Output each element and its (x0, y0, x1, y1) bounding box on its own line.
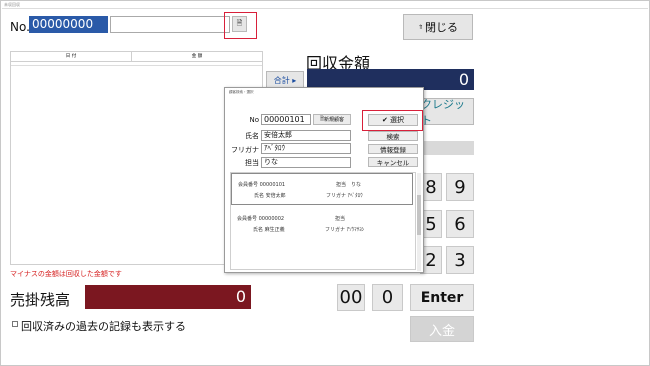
list-item[interactable]: 会員番号 00000101 担当 りな 氏名 安倍太郎 フリガナ ｱﾍﾞﾀﾛｳ (231, 173, 413, 205)
column-amount: 金 額 (191, 54, 203, 59)
key-3[interactable]: 3 (446, 246, 474, 274)
scrollbar-thumb[interactable] (417, 195, 421, 235)
balance-label: 売掛残高 (10, 291, 71, 309)
dialog-no-field[interactable]: 00000101 (261, 114, 311, 125)
results-list: 会員番号 00000101 担当 りな 氏名 安倍太郎 フリガナ ｱﾍﾞﾀﾛｳ … (230, 172, 421, 271)
close-button[interactable]: ⇑ 閉じる (403, 14, 473, 40)
balance-amount: 0 (85, 285, 251, 309)
name-field[interactable]: 安倍太郎 (261, 130, 351, 141)
credit-button[interactable]: クレジット (420, 98, 474, 127)
no-field[interactable]: 00000000 (29, 16, 108, 33)
search-input[interactable] (110, 16, 230, 33)
name-label: 氏名 (245, 132, 259, 140)
table-header: 日 付 金 額 (11, 52, 262, 62)
search-button[interactable]: 検索 (368, 131, 418, 141)
key-00[interactable]: 00 (337, 284, 365, 311)
minus-note: マイナスの金額は回収した金額です (10, 270, 122, 278)
deposit-button[interactable]: 入金 (410, 316, 474, 342)
kana-label: フリガナ (231, 146, 259, 154)
window-title: 未収回収 (2, 0, 648, 9)
payment-bar (420, 141, 474, 155)
staff-field[interactable]: りな (261, 157, 351, 168)
list-item[interactable]: 会員番号 00000002 担当 氏名 麻生正義 フリガナ ｱｿｳﾏｻﾖｼ (231, 209, 413, 241)
no-label: No. (10, 20, 30, 34)
dialog-no-label: No (249, 116, 259, 124)
key-0[interactable]: 0 (372, 284, 403, 311)
show-past-label: 回収済みの過去の記録も表示する (21, 320, 186, 333)
customer-dialog: 顧客検索・選択 No 00000101 🗎 新規顧客 ✔ 選択 氏名 安倍太郎 … (224, 87, 424, 273)
dialog-title: 顧客検索・選択 (229, 90, 254, 94)
column-date: 日 付 (65, 54, 77, 59)
key-9[interactable]: 9 (446, 173, 474, 201)
highlight-box (224, 12, 257, 39)
register-button[interactable]: 情報登録 (368, 144, 418, 154)
staff-label: 担当 (245, 159, 259, 167)
new-customer-button[interactable]: 🗎 新規顧客 (313, 114, 351, 125)
enter-button[interactable]: Enter (410, 284, 474, 311)
kana-field[interactable]: ｱﾍﾞﾀﾛｳ (261, 143, 351, 154)
close-label: 閉じる (425, 21, 459, 34)
results-scrollbar[interactable] (417, 173, 421, 271)
select-highlight (362, 110, 423, 131)
close-icon: ⇑ (417, 23, 424, 31)
key-6[interactable]: 6 (446, 210, 474, 238)
cancel-button[interactable]: キャンセル (368, 157, 418, 167)
show-past-checkbox[interactable] (12, 321, 18, 327)
